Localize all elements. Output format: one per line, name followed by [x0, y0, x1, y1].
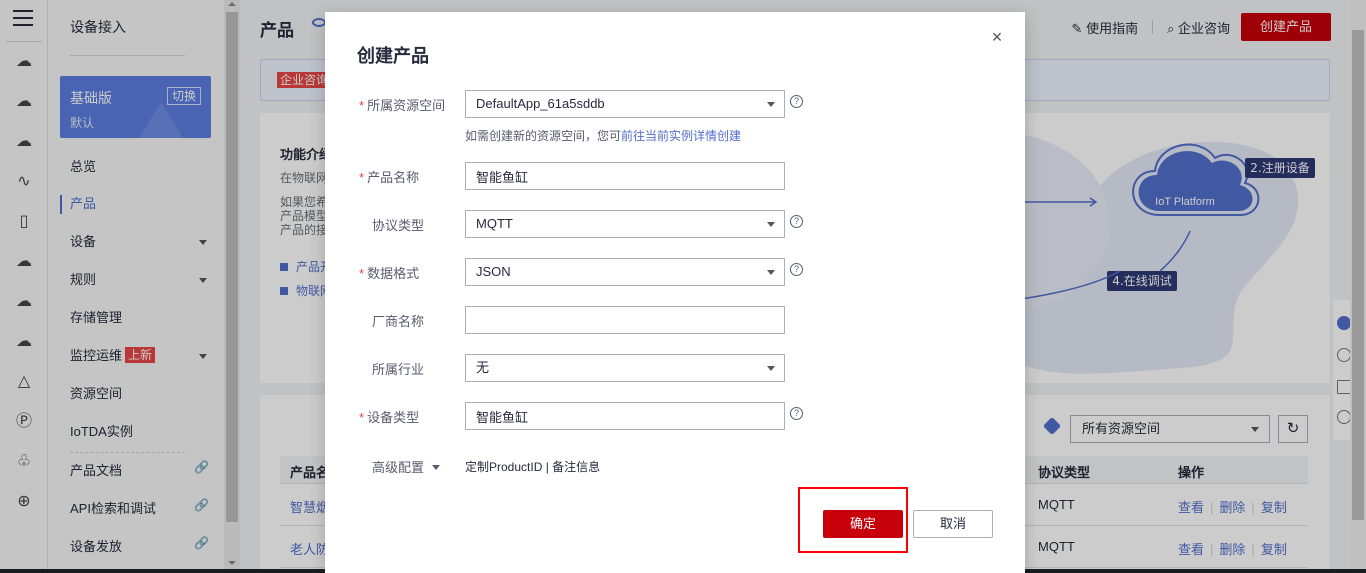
resource-space-select[interactable]: DefaultApp_61a5sddb	[465, 90, 785, 118]
chevron-down-icon	[767, 102, 775, 107]
select-value: MQTT	[476, 216, 513, 231]
advanced-config-label: 高级配置	[372, 460, 425, 475]
industry-label: 所属行业	[359, 359, 459, 378]
chevron-down-icon	[767, 270, 775, 275]
resource-space-label: * 所属资源空间	[359, 95, 459, 114]
device-type-input[interactable]	[465, 402, 785, 430]
device-type-label: * 设备类型	[359, 407, 459, 426]
instance-details-link[interactable]: 前往当前实例详情创建	[621, 129, 741, 143]
help-icon[interactable]: ?	[790, 95, 803, 108]
product-name-label: * 产品名称	[359, 167, 459, 186]
field-label: 设备类型	[367, 410, 420, 425]
select-value: JSON	[476, 264, 511, 279]
required-mark: *	[359, 170, 365, 185]
data-format-select[interactable]: JSON	[465, 258, 785, 286]
help-icon[interactable]: ?	[790, 407, 803, 420]
dialog-title: 创建产品	[357, 46, 429, 66]
cancel-button[interactable]: 取消	[913, 510, 993, 538]
field-label: 所属行业	[372, 362, 425, 377]
product-name-input[interactable]	[465, 162, 785, 190]
hint-text: 如需创建新的资源空间，您可	[465, 129, 622, 143]
field-label: 所属资源空间	[367, 98, 446, 113]
field-label: 厂商名称	[372, 314, 425, 329]
chevron-down-icon	[767, 222, 775, 227]
select-value: 无	[476, 360, 490, 375]
close-icon[interactable]: ×	[989, 28, 1005, 46]
vendor-input[interactable]	[465, 306, 785, 334]
required-mark: *	[359, 266, 365, 281]
create-product-dialog: 创建产品 × * 所属资源空间 DefaultApp_61a5sddb ? 如需创…	[325, 12, 1025, 573]
chevron-down-icon	[767, 366, 775, 371]
advanced-config-summary: 定制ProductID | 备注信息	[465, 460, 601, 474]
required-mark: *	[359, 98, 365, 113]
protocol-label: 协议类型	[359, 215, 459, 234]
confirm-button[interactable]: 确定	[823, 510, 903, 538]
field-label: 协议类型	[372, 218, 425, 233]
field-label: 产品名称	[367, 170, 420, 185]
protocol-select[interactable]: MQTT	[465, 210, 785, 238]
resource-space-hint: 如需创建新的资源空间，您可前往当前实例详情创建	[465, 127, 741, 144]
industry-select[interactable]: 无	[465, 354, 785, 382]
required-mark: *	[359, 410, 365, 425]
select-value: DefaultApp_61a5sddb	[476, 96, 605, 111]
vendor-label: 厂商名称	[359, 311, 459, 330]
data-format-label: * 数据格式	[359, 263, 459, 282]
advanced-config-toggle[interactable]: 高级配置	[372, 457, 441, 476]
chevron-down-icon	[432, 465, 441, 470]
help-icon[interactable]: ?	[790, 263, 803, 276]
help-icon[interactable]: ?	[790, 215, 803, 228]
field-label: 数据格式	[367, 266, 420, 281]
